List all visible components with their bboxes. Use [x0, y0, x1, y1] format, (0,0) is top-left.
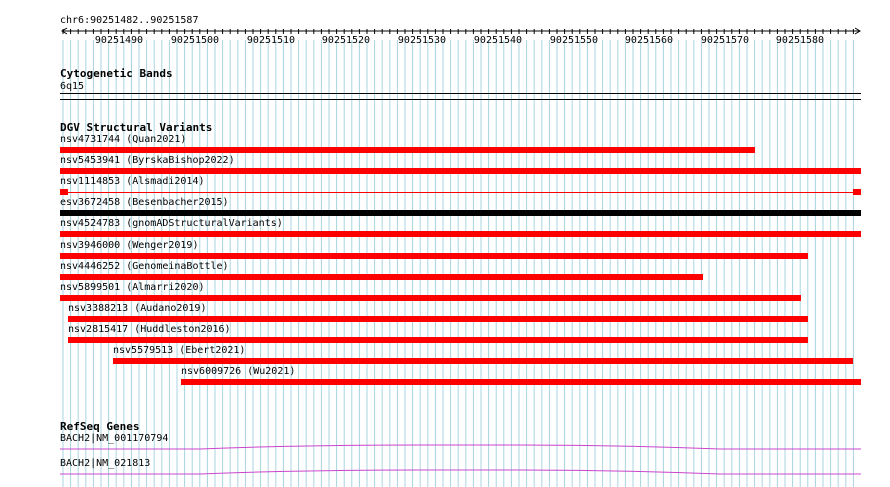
- genome-browser-viewer: chr6:90251482..90251587 90251490 90251500…: [0, 0, 890, 487]
- refseq-gene-model[interactable]: [0, 0, 890, 487]
